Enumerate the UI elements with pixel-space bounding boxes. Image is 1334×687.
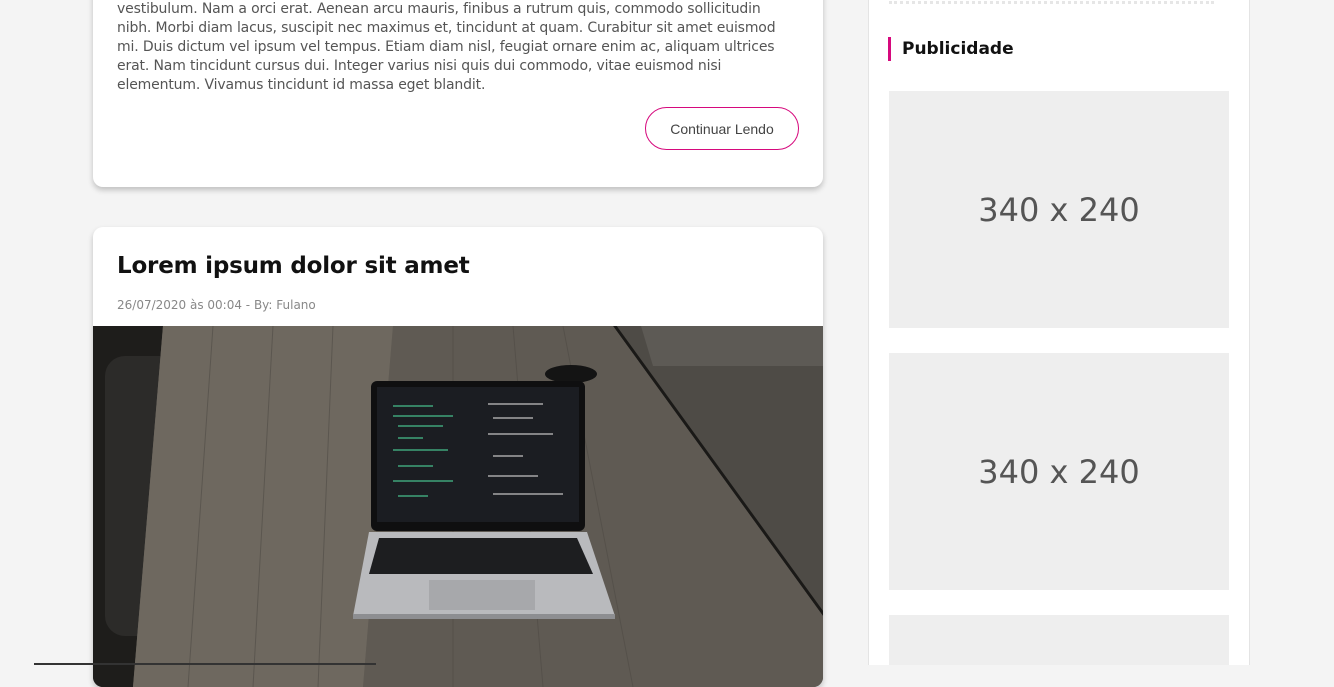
continue-reading-button[interactable]: Continuar Lendo <box>645 107 799 150</box>
post-image[interactable] <box>93 326 823 687</box>
ad-placeholder[interactable] <box>889 615 1229 665</box>
post-meta: 26/07/2020 às 00:04 - By: Fulano <box>117 298 316 312</box>
widget-title: Publicidade <box>888 37 1014 61</box>
post-card: Lorem ipsum dolor sit amet 26/07/2020 às… <box>93 227 823 687</box>
post-title[interactable]: Lorem ipsum dolor sit amet <box>117 253 470 279</box>
sidebar: Publicidade 340 x 240 340 x 240 <box>868 0 1250 665</box>
post-card: vestibulum. Nam a orci erat. Aenean arcu… <box>93 0 823 187</box>
divider <box>889 1 1214 7</box>
ad-placeholder[interactable]: 340 x 240 <box>889 91 1229 328</box>
post-excerpt: vestibulum. Nam a orci erat. Aenean arcu… <box>117 1 776 93</box>
ad-placeholder[interactable]: 340 x 240 <box>889 353 1229 590</box>
